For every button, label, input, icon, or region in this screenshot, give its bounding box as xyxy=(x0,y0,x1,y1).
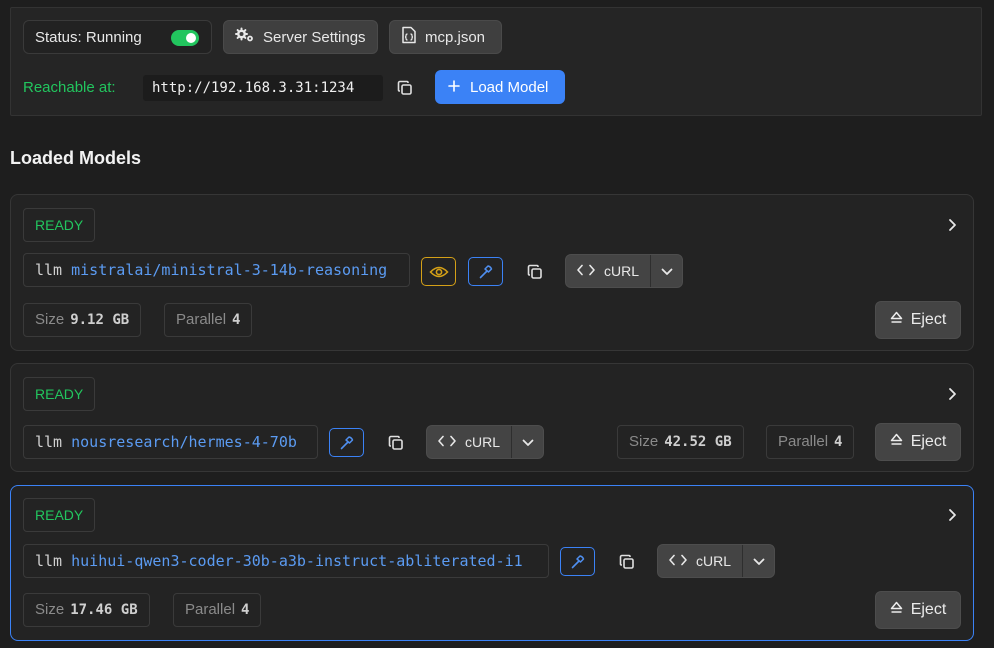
model-card[interactable]: READY llm nousresearch/hermes-4-70b cURL… xyxy=(10,363,974,472)
tool-use-icon[interactable] xyxy=(468,257,503,286)
model-kind: llm xyxy=(35,552,63,570)
eject-button[interactable]: Eject xyxy=(875,423,961,461)
chevron-down-icon xyxy=(661,263,673,280)
status-badge: READY xyxy=(23,498,96,532)
model-size: Size 9.12 GB xyxy=(23,303,142,337)
model-name: mistralai/ministral-3-14b-reasoning xyxy=(71,261,388,279)
copy-icon[interactable] xyxy=(385,432,407,454)
curl-button[interactable]: cURL xyxy=(658,545,743,577)
copy-url-icon[interactable] xyxy=(394,77,416,99)
tool-use-icon[interactable] xyxy=(329,428,364,457)
curl-button-group[interactable]: cURL xyxy=(657,544,775,578)
mcp-json-label: mcp.json xyxy=(425,28,486,46)
size-value: 9.12 GB xyxy=(70,312,130,328)
server-url[interactable]: http://192.168.3.31:1234 xyxy=(143,75,383,101)
model-parallel: Parallel 4 xyxy=(173,593,262,627)
curl-label: cURL xyxy=(695,553,731,569)
plus-icon xyxy=(448,79,460,96)
json-file-icon xyxy=(401,26,417,48)
parallel-value: 4 xyxy=(834,434,843,450)
code-icon xyxy=(669,553,687,569)
chevron-right-icon[interactable] xyxy=(945,218,959,232)
model-identifier[interactable]: llm huihui-qwen3-coder-30b-a3b-instruct-… xyxy=(23,544,549,578)
curl-button-group[interactable]: cURL xyxy=(565,254,683,288)
curl-label: cURL xyxy=(464,434,500,450)
chevron-down-icon xyxy=(522,434,534,451)
status-badge: READY xyxy=(23,208,96,242)
size-label: Size xyxy=(35,601,65,618)
server-toggle[interactable] xyxy=(171,30,199,46)
model-card[interactable]: READY llm mistralai/ministral-3-14b-reas… xyxy=(10,194,974,351)
curl-button[interactable]: cURL xyxy=(427,426,512,458)
model-card[interactable]: READY llm huihui-qwen3-coder-30b-a3b-ins… xyxy=(10,485,974,641)
model-kind: llm xyxy=(35,261,63,279)
curl-button-group[interactable]: cURL xyxy=(426,425,544,459)
size-label: Size xyxy=(629,433,659,450)
model-identifier[interactable]: llm mistralai/ministral-3-14b-reasoning xyxy=(23,253,410,287)
server-status: Status: Running xyxy=(23,20,212,54)
model-kind: llm xyxy=(35,433,63,451)
eject-icon xyxy=(890,311,903,329)
eject-button[interactable]: Eject xyxy=(875,591,961,629)
parallel-value: 4 xyxy=(232,312,241,328)
model-parallel: Parallel 4 xyxy=(164,303,253,337)
server-settings-label: Server Settings xyxy=(263,28,366,46)
model-size: Size 17.46 GB xyxy=(23,593,150,627)
status-badge: READY xyxy=(23,377,96,411)
copy-icon[interactable] xyxy=(524,261,546,283)
eject-label: Eject xyxy=(910,311,947,328)
code-icon xyxy=(438,434,456,450)
curl-dropdown[interactable] xyxy=(743,545,774,577)
loaded-models-title: Loaded Models xyxy=(10,148,142,168)
size-value: 42.52 GB xyxy=(664,434,732,450)
parallel-label: Parallel xyxy=(778,433,829,450)
curl-dropdown[interactable] xyxy=(512,426,543,458)
eject-icon xyxy=(890,433,903,451)
chevron-right-icon[interactable] xyxy=(945,387,959,401)
server-status-label: Status: Running xyxy=(35,28,142,46)
chevron-down-icon xyxy=(753,553,765,570)
copy-icon[interactable] xyxy=(616,551,638,573)
eject-button[interactable]: Eject xyxy=(875,301,961,339)
load-model-label: Load Model xyxy=(470,78,549,96)
curl-label: cURL xyxy=(603,263,639,279)
model-size: Size 42.52 GB xyxy=(617,425,744,459)
model-identifier[interactable]: llm nousresearch/hermes-4-70b xyxy=(23,425,318,459)
model-name: huihui-qwen3-coder-30b-a3b-instruct-abli… xyxy=(71,552,523,570)
server-settings-button[interactable]: Server Settings xyxy=(223,20,378,54)
model-parallel: Parallel 4 xyxy=(766,425,855,459)
mcp-json-button[interactable]: mcp.json xyxy=(389,20,502,54)
size-label: Size xyxy=(35,311,65,328)
model-name: nousresearch/hermes-4-70b xyxy=(71,433,297,451)
gears-icon xyxy=(235,27,255,47)
eject-icon xyxy=(890,601,903,619)
parallel-value: 4 xyxy=(241,602,250,618)
curl-dropdown[interactable] xyxy=(651,255,682,287)
curl-button[interactable]: cURL xyxy=(566,255,651,287)
size-value: 17.46 GB xyxy=(70,602,138,618)
chevron-right-icon[interactable] xyxy=(945,508,959,522)
parallel-label: Parallel xyxy=(185,601,236,618)
eject-label: Eject xyxy=(910,601,947,618)
vision-icon[interactable] xyxy=(421,257,456,286)
parallel-label: Parallel xyxy=(176,311,227,328)
server-panel: Status: Running Server Settings mcp.json… xyxy=(10,7,982,116)
eject-label: Eject xyxy=(910,433,947,450)
code-icon xyxy=(577,263,595,279)
load-model-button[interactable]: Load Model xyxy=(435,70,565,104)
tool-use-icon[interactable] xyxy=(560,547,595,576)
reachable-label: Reachable at: xyxy=(23,79,116,96)
